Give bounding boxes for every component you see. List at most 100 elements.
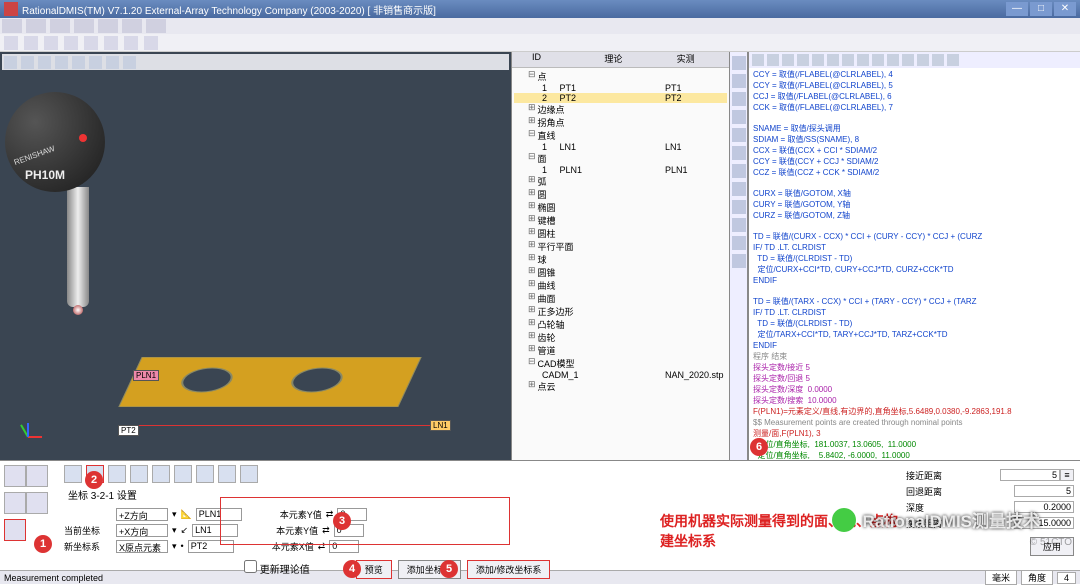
viewport-toolbar [2, 54, 509, 70]
approach-input[interactable]: 5 [1000, 469, 1060, 481]
crd-tab[interactable] [240, 465, 258, 483]
code-button[interactable] [902, 54, 914, 66]
ln-input[interactable]: LN1 [192, 524, 238, 537]
code-button[interactable] [797, 54, 809, 66]
view-button[interactable] [123, 56, 136, 69]
toolbar-button[interactable] [24, 36, 38, 50]
toolbar-button[interactable] [144, 36, 158, 50]
pln-input[interactable]: PLN1 [196, 508, 242, 521]
crd-tab[interactable] [108, 465, 126, 483]
menu-icon[interactable]: ≡ [1060, 469, 1074, 481]
tool-button[interactable] [732, 182, 746, 196]
menu-item[interactable] [74, 19, 94, 33]
maximize-button[interactable]: □ [1030, 2, 1052, 16]
crd-tool-button[interactable] [4, 519, 26, 541]
crd-321-panel: 坐标 3-2-1 设置 +Z方向 ▾ 📐 PLN1 本元素Y值 ⇄ 0 当前坐标… [60, 461, 900, 570]
pt-input[interactable]: PT2 [188, 540, 234, 553]
tree-col-nominal: 理论 [584, 52, 656, 67]
menu-item[interactable] [122, 19, 142, 33]
line-tag[interactable]: LN1 [430, 420, 451, 431]
toolbar-button[interactable] [84, 36, 98, 50]
code-button[interactable] [947, 54, 959, 66]
code-button[interactable] [827, 54, 839, 66]
tool-button[interactable] [732, 128, 746, 142]
x-val-input[interactable]: 0 [329, 540, 359, 553]
view-button[interactable] [55, 56, 68, 69]
axis-triad-icon [20, 422, 50, 452]
menu-item[interactable] [146, 19, 166, 33]
code-button[interactable] [872, 54, 884, 66]
preview-button[interactable]: 预览 [356, 560, 392, 579]
cad-part [118, 357, 421, 407]
code-button[interactable] [842, 54, 854, 66]
menu-item[interactable] [50, 19, 70, 33]
tool-button[interactable] [732, 92, 746, 106]
tool-button[interactable] [732, 164, 746, 178]
code-button[interactable] [752, 54, 764, 66]
code-button[interactable] [767, 54, 779, 66]
line-feature [130, 425, 430, 426]
view-button[interactable] [72, 56, 85, 69]
view-button[interactable] [21, 56, 34, 69]
tool-button[interactable] [732, 218, 746, 232]
3d-viewport[interactable]: RENISHAW PH10M PLN1 PT2 LN1 [0, 52, 512, 460]
code-editor[interactable]: CCY = 取值(/FLABEL(@CLRLABEL), 4 CCY = 取值(… [749, 68, 1080, 460]
tool-button[interactable] [732, 200, 746, 214]
toolbar-button[interactable] [64, 36, 78, 50]
probe-model-label: PH10M [25, 168, 65, 182]
callout-6: 6 [750, 438, 768, 456]
close-button[interactable]: ✕ [1054, 2, 1076, 16]
menu-item[interactable] [98, 19, 118, 33]
crd-tab[interactable] [196, 465, 214, 483]
toolbar-button[interactable] [104, 36, 118, 50]
dir-z-select[interactable]: +Z方向 [116, 508, 168, 521]
menu-item[interactable] [2, 19, 22, 33]
tool-button[interactable] [732, 56, 746, 70]
unit-select[interactable]: 毫米 [985, 570, 1017, 585]
callout-4: 4 [343, 560, 361, 578]
update-nominal-check[interactable]: 更新理论值 [244, 560, 310, 579]
origin-select[interactable]: X原点元素 [116, 540, 168, 553]
code-button[interactable] [782, 54, 794, 66]
view-button[interactable] [38, 56, 51, 69]
tool-button[interactable] [732, 254, 746, 268]
crd-tab[interactable] [218, 465, 236, 483]
view-button[interactable] [4, 56, 17, 69]
code-toolbar [749, 52, 1080, 68]
angle-select[interactable]: 角度 [1021, 570, 1053, 585]
crd-tab[interactable] [64, 465, 82, 483]
toolbar-button[interactable] [44, 36, 58, 50]
hole-feature [286, 368, 348, 393]
minimize-button[interactable]: — [1006, 2, 1028, 16]
view-button[interactable] [106, 56, 119, 69]
callout-3: 3 [333, 512, 351, 530]
code-button[interactable] [917, 54, 929, 66]
code-button[interactable] [887, 54, 899, 66]
crd-tab[interactable] [174, 465, 192, 483]
point-tag[interactable]: PT2 [118, 425, 139, 436]
code-tool-strip [730, 52, 748, 460]
toolbar-button[interactable] [4, 36, 18, 50]
plane-tag[interactable]: PLN1 [133, 370, 159, 381]
tool-button[interactable] [4, 465, 26, 487]
crd-tab[interactable] [152, 465, 170, 483]
tool-button[interactable] [732, 74, 746, 88]
callout-5: 5 [440, 560, 458, 578]
tool-button[interactable] [732, 146, 746, 160]
dir-x-select[interactable]: +X方向 [116, 524, 168, 537]
code-button[interactable] [932, 54, 944, 66]
tool-button[interactable] [732, 236, 746, 250]
menu-item[interactable] [26, 19, 46, 33]
tool-button[interactable] [26, 465, 48, 487]
code-button[interactable] [857, 54, 869, 66]
toolbar-button[interactable] [124, 36, 138, 50]
view-button[interactable] [89, 56, 102, 69]
add-modify-crd-button[interactable]: 添加/修改坐标系 [467, 560, 551, 579]
retract-input[interactable]: 5 [1014, 485, 1074, 497]
feature-tree[interactable]: ⊟点 1 PT1PT1 2 PT2PT2 ⊞边缘点 ⊞拐角点 ⊟直线 1 LN1… [512, 68, 729, 460]
tool-button[interactable] [26, 492, 48, 514]
code-button[interactable] [812, 54, 824, 66]
tool-button[interactable] [732, 110, 746, 124]
tool-button[interactable] [4, 492, 26, 514]
crd-tab[interactable] [130, 465, 148, 483]
